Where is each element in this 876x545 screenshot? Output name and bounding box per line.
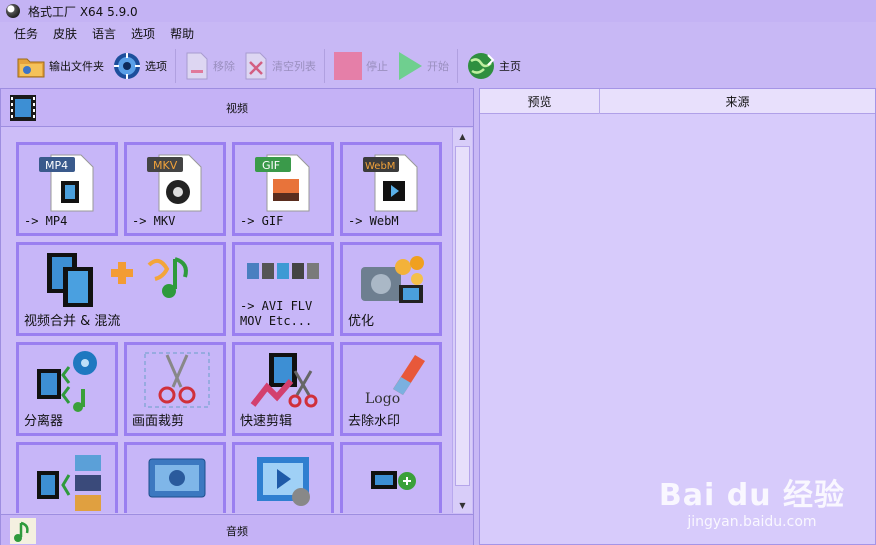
scroll-up-arrow[interactable]: ▲: [453, 128, 472, 144]
tile-to-avi-flv-mov[interactable]: -> AVI FLV MOV Etc...: [232, 242, 334, 336]
toolbar-separator: [175, 49, 176, 83]
video-to-images-icon: [37, 455, 101, 511]
gear-globe-icon: [114, 53, 140, 79]
output-folder-button[interactable]: 输出文件夹: [12, 46, 108, 86]
tile-to-mp4[interactable]: MP4 -> MP4: [16, 142, 118, 236]
remove-icon: [186, 52, 208, 80]
menu-skin[interactable]: 皮肤: [53, 25, 77, 42]
video-category-label: 视频: [226, 101, 248, 115]
tile-to-gif[interactable]: GIF -> GIF: [232, 142, 334, 236]
watermark-url: jingyan.baidu.com: [687, 514, 817, 530]
screen-record-icon: [148, 458, 206, 498]
quick-clip-icon: [250, 353, 318, 408]
film-strip-icon: [10, 95, 36, 121]
video-function-grid: MP4 -> MP4 MKV -> MKV GIF -> GIF WebM ->…: [2, 128, 452, 513]
clear-list-button[interactable]: 清空列表: [239, 46, 320, 86]
tile-quick-clip[interactable]: 快速剪辑: [232, 342, 334, 436]
play-icon: [399, 52, 422, 80]
options-button[interactable]: 选项: [108, 46, 171, 86]
tile-optimize[interactable]: 优化: [340, 242, 442, 336]
home-button[interactable]: 主页: [462, 46, 525, 86]
crop-scissors-icon: [144, 352, 210, 408]
window-title: 格式工厂 X64 5.9.0: [28, 4, 138, 19]
mkv-file-icon: MKV: [147, 154, 202, 212]
toolbar: 输出文件夹 选项 移除 清空列表 停止 开始 主页: [0, 44, 876, 88]
scroll-thumb[interactable]: [455, 146, 470, 486]
menu-bar: 任务 皮肤 语言 选项 帮助: [0, 22, 876, 44]
column-preview[interactable]: 预览: [480, 89, 600, 114]
gif-file-icon: GIF: [255, 154, 310, 212]
menu-tasks[interactable]: 任务: [14, 25, 38, 42]
tile-crop[interactable]: 画面裁剪: [124, 342, 226, 436]
logo-text: Logo: [365, 391, 400, 407]
video-download-icon: [371, 471, 416, 490]
task-list: 预览 来源 Bai du 经验 jingyan.baidu.com: [479, 88, 876, 545]
svg-text:MKV: MKV: [153, 159, 178, 172]
splitter-icon: [37, 351, 97, 412]
video-player-icon: [257, 457, 310, 506]
webm-file-icon: WebM: [363, 154, 418, 212]
stop-button[interactable]: 停止: [329, 46, 392, 86]
tile-video-merge-mux[interactable]: 视频合并 & 混流: [16, 242, 226, 336]
tile-video-download[interactable]: [340, 442, 442, 513]
globe-icon: [468, 53, 495, 79]
menu-help[interactable]: 帮助: [170, 25, 194, 42]
toolbar-separator: [457, 49, 458, 83]
mp4-file-icon: MP4: [39, 154, 94, 212]
baidu-jingyan-watermark: Bai du 经验 jingyan.baidu.com: [659, 470, 845, 530]
tile-to-mkv[interactable]: MKV -> MKV: [124, 142, 226, 236]
tile-video-to-image[interactable]: [16, 442, 118, 513]
clear-icon: [245, 52, 267, 80]
tile-splitter[interactable]: 分离器: [16, 342, 118, 436]
tile-remove-watermark[interactable]: Logo 去除水印: [340, 342, 442, 436]
merge-mux-icon: [47, 253, 188, 307]
remove-button[interactable]: 移除: [180, 46, 239, 86]
svg-text:GIF: GIF: [262, 159, 280, 172]
toolbar-separator: [324, 49, 325, 83]
stop-icon: [334, 52, 362, 80]
music-note-icon: [10, 518, 36, 544]
tile-video-player[interactable]: [232, 442, 334, 513]
tile-to-webm[interactable]: WebM -> WebM: [340, 142, 442, 236]
tile-screen-record[interactable]: [124, 442, 226, 513]
grid-scrollbar[interactable]: ▲ ▼: [452, 128, 472, 513]
watermark-brand: Bai du 经验: [658, 478, 845, 513]
folder-icon: [17, 58, 45, 78]
scroll-down-arrow[interactable]: ▼: [453, 497, 472, 513]
app-logo-icon: [6, 4, 20, 18]
optimize-icon: [361, 256, 424, 303]
category-panel: 视频 MP4 -> MP4 MKV -> MKV GIF -> GIF WebM…: [0, 88, 474, 545]
video-category-header[interactable]: 视频: [1, 89, 473, 127]
column-source[interactable]: 来源: [600, 89, 875, 114]
format-icons-row: [247, 263, 319, 279]
start-button[interactable]: 开始: [392, 46, 453, 86]
svg-text:MP4: MP4: [45, 159, 68, 172]
menu-options[interactable]: 选项: [131, 25, 155, 42]
eraser-icon: Logo: [365, 355, 425, 407]
audio-category-header[interactable]: 音频: [1, 514, 473, 545]
menu-language[interactable]: 语言: [92, 25, 116, 42]
task-list-header: 预览 来源: [480, 89, 875, 114]
svg-text:WebM: WebM: [365, 161, 395, 172]
audio-category-label: 音频: [226, 524, 248, 538]
title-bar: 格式工厂 X64 5.9.0: [0, 0, 876, 22]
